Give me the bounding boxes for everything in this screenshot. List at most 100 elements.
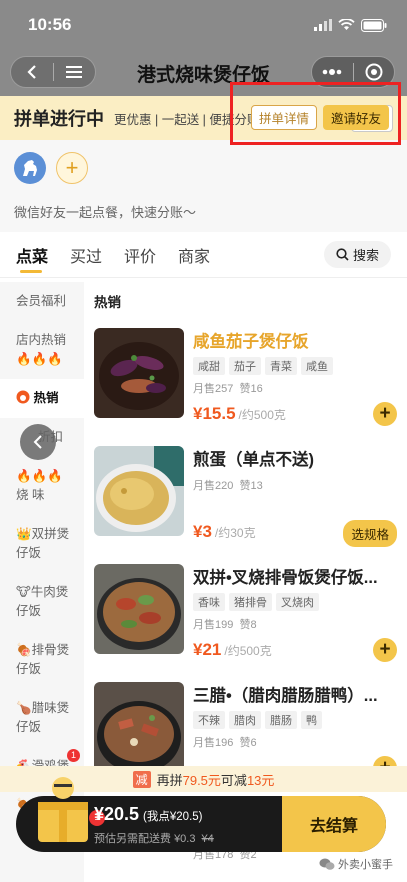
dish-price: ¥21: [193, 640, 222, 659]
group-members-panel: + 微信好友一起点餐，快速分账～: [0, 140, 407, 232]
search-label: 搜索: [352, 248, 379, 263]
sidebar-item-label: 热销: [33, 391, 59, 405]
cart-total-price: ¥20.5: [94, 804, 140, 824]
cart-my-share: (我点¥20.5): [143, 811, 203, 823]
dish-image[interactable]: [94, 564, 184, 654]
dish-price: ¥15.5: [193, 404, 236, 423]
monthly-sales: 月售257: [193, 383, 234, 395]
nav-pill: [10, 56, 96, 88]
more-dots-icon: [322, 69, 342, 75]
dish-name: 煎蛋（单点不送): [193, 451, 314, 469]
tab-order[interactable]: 点菜: [16, 243, 48, 267]
sidebar-item-label: 🍖排骨煲仔饭: [16, 643, 70, 676]
price-row: ¥3/约30克: [193, 522, 256, 542]
dish-name: 双拼•叉烧排骨饭煲仔饭...: [193, 569, 378, 587]
battery-icon: [361, 18, 387, 32]
sidebar-item-hot[interactable]: 热销: [0, 379, 84, 418]
tab-reviews[interactable]: 评价: [124, 243, 156, 267]
sidebar-item-label: 会员福利: [16, 294, 67, 308]
price-row: ¥15.5/约500克: [193, 404, 286, 424]
promo-amount: 79.5元: [182, 772, 221, 788]
sidebar-item-cured[interactable]: 🍗腊味煲仔饭: [0, 689, 84, 747]
chevron-left-icon: [27, 65, 36, 79]
dish-info: 双拼•叉烧排骨饭煲仔饭... 香味 猪排骨 叉烧肉 月售199 赞8 ¥21/约…: [193, 564, 397, 662]
add-member-button[interactable]: +: [56, 152, 88, 184]
sidebar-item-label: 店内热销 🔥🔥🔥: [16, 333, 67, 366]
more-button[interactable]: [312, 69, 353, 75]
group-detail-button[interactable]: 拼单详情: [251, 105, 317, 130]
sidebar-item-label: 🔥🔥🔥 烧 味: [16, 469, 63, 502]
dish-list: 热销 咸鱼茄子煲仔饭 咸甜 茄子 青菜 咸鱼 月售257 赞16 ¥15.5/约…: [84, 282, 407, 861]
status-bar: 10:56: [0, 0, 407, 50]
sidebar-item-label: 👑双拼煲仔饭: [16, 527, 70, 560]
sidebar-item-label: 🍗腊味煲仔饭: [16, 701, 70, 734]
dish-tag: 咸鱼: [301, 357, 333, 375]
delivery-fee: 预估另需配送费 ¥0.3 ¥4: [94, 830, 214, 846]
dish-tag: 香味: [193, 593, 225, 611]
likes: 赞8: [239, 619, 257, 631]
dish-price: ¥3: [193, 522, 212, 541]
search-button[interactable]: 搜索: [323, 241, 391, 268]
dish-item[interactable]: 煎蛋（单点不送) 月售220 赞13 ¥3/约30克 选规格: [94, 446, 397, 556]
status-icons: [314, 18, 387, 32]
tab-bought[interactable]: 买过: [70, 243, 102, 267]
sidebar-item-beef[interactable]: 🐮牛肉煲仔饭: [0, 573, 84, 631]
likes: 赞13: [239, 480, 263, 492]
dish-tags: 不辣 腊肉 腊肠 鸭: [193, 711, 397, 729]
back-button[interactable]: [11, 64, 53, 80]
promo-text-2: 可减: [220, 772, 247, 788]
likes: 赞16: [239, 383, 263, 395]
price-row: ¥21/约500克: [193, 640, 272, 660]
section-title: 热销: [94, 295, 121, 310]
dish-image[interactable]: [94, 682, 184, 772]
cart-total: ¥20.5 (我点¥20.5): [94, 804, 202, 825]
add-to-cart-button[interactable]: +: [373, 638, 397, 662]
dish-tag: 叉烧肉: [276, 593, 319, 611]
invite-hint: 微信好友一起点餐，快速分账～: [14, 205, 197, 220]
monthly-sales: 月售196: [193, 737, 234, 749]
search-icon: [336, 248, 349, 261]
dish-info: 煎蛋（单点不送) 月售220 赞13 ¥3/约30克 选规格: [193, 446, 397, 547]
dish-image[interactable]: [94, 446, 184, 536]
likes: 赞6: [239, 737, 257, 749]
dish-tag: 茄子: [229, 357, 261, 375]
dish-tag: 腊肠: [265, 711, 297, 729]
menu-icon: [66, 66, 83, 78]
dish-weight: /约30克: [214, 526, 256, 540]
checkout-button[interactable]: 去结算: [282, 796, 386, 852]
sidebar-item-label: 🐮牛肉煲仔饭: [16, 585, 69, 618]
dish-sales: 月售199 赞8: [193, 616, 397, 632]
menu-button[interactable]: [54, 65, 96, 79]
dish-item[interactable]: 咸鱼茄子煲仔饭 咸甜 茄子 青菜 咸鱼 月售257 赞16 ¥15.5/约500…: [94, 328, 397, 438]
dish-name: 咸鱼茄子煲仔饭: [193, 333, 309, 351]
cart-bar: 1 ¥20.5 (我点¥20.5) 预估另需配送费 ¥0.3 ¥4 去结算: [16, 777, 386, 852]
delivery-fee-value: ¥0.3: [174, 833, 196, 845]
tab-indicator: [20, 270, 42, 273]
sidebar-item-store-hot[interactable]: 店内热销 🔥🔥🔥: [0, 321, 84, 379]
tab-bar: 点菜 买过 评价 商家 搜索: [0, 232, 407, 278]
dish-info: 咸鱼茄子煲仔饭 咸甜 茄子 青菜 咸鱼 月售257 赞16 ¥15.5/约500…: [193, 328, 397, 426]
close-miniprogram-button[interactable]: [354, 63, 395, 81]
dish-item[interactable]: 双拼•叉烧排骨饭煲仔饭... 香味 猪排骨 叉烧肉 月售199 赞8 ¥21/约…: [94, 564, 397, 674]
sidebar-item-roast[interactable]: 🔥🔥🔥 烧 味: [0, 457, 84, 515]
dish-sales: 月售257 赞16: [193, 380, 397, 396]
floating-back-button[interactable]: [20, 424, 56, 460]
sidebar-item-ribs[interactable]: 🍖排骨煲仔饭: [0, 631, 84, 689]
tab-merchant[interactable]: 商家: [178, 243, 210, 267]
sidebar-badge: 1: [67, 749, 80, 762]
dish-image[interactable]: [94, 328, 184, 418]
monthly-sales: 月售199: [193, 619, 234, 631]
dish-weight: /约500克: [224, 644, 272, 658]
invite-friends-button[interactable]: 邀请好友: [323, 105, 389, 130]
cart-icon[interactable]: [32, 774, 94, 844]
sidebar-item-double[interactable]: 👑双拼煲仔饭: [0, 515, 84, 573]
hot-icon: [16, 390, 30, 404]
sidebar-item-member-benefits[interactable]: 会员福利: [0, 282, 84, 321]
choose-spec-button[interactable]: 选规格: [343, 520, 397, 547]
dish-tag: 鸭: [301, 711, 322, 729]
dish-tag: 猪排骨: [229, 593, 272, 611]
watermark: 外卖小蜜手: [319, 856, 393, 872]
add-to-cart-button[interactable]: +: [373, 402, 397, 426]
watermark-text: 外卖小蜜手: [338, 859, 393, 871]
avatar[interactable]: [14, 152, 46, 184]
